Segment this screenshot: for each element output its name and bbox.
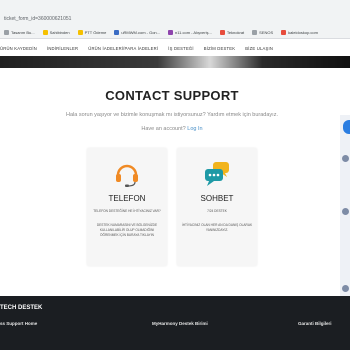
bookmark-icon [4,29,9,35]
bookmark-item[interactable]: SENOS [252,29,273,35]
nav-our-support[interactable]: BİZİM DESTEK [204,46,235,51]
login-link[interactable]: Log In [187,126,202,132]
bookmark-item[interactable]: n11.com - Alışveriş... [167,29,212,35]
hero-banner [0,56,350,68]
footer-link-myharmony[interactable]: MyHarmony Destek Birimi [152,321,208,326]
bookmark-item[interactable]: uRMWM.com - Gon... [114,29,160,35]
chat-card-hours: 7/24 DESTEK [207,209,227,213]
address-bar[interactable]: ticket_form_id=360000621051 [0,14,350,24]
side-panel-button[interactable] [343,120,350,134]
bookmark-item[interactable]: Teknokrat [219,29,244,35]
chat-card-description: İHTİYACINIZ OLAN HER AN DA DANIŞ OLARAK … [181,223,253,232]
bookmark-icon [114,29,120,35]
bookmark-item[interactable]: Sahibinden [42,29,70,35]
footer-link-warranty[interactable]: Garanti Bilgileri [298,321,332,326]
bookmark-icon [42,29,48,35]
bookmark-item[interactable]: kaleidoskop.com [281,29,318,35]
nav-downloads[interactable]: İNDİRİLENLER [47,46,78,51]
bookmark-icon [281,29,287,35]
chat-bubbles-icon [205,162,229,186]
page-title: CONTACT SUPPORT [105,88,239,103]
nav-contact-us[interactable]: BİZE ULAŞIN [245,46,273,51]
footer-brand: TECH DESTEK [0,305,43,311]
account-prompt-text: Have an account? [141,126,186,132]
side-panel-avatar-icon[interactable] [342,155,349,162]
bookmark-item[interactable]: PTT Ödeme [77,29,106,35]
side-panel-avatar-icon[interactable] [342,208,349,215]
bookmark-icon [252,29,258,35]
chat-card-title: SOHBET [200,194,234,203]
side-panel-avatar-icon[interactable] [342,285,349,292]
account-prompt: Have an account? Log In [0,126,344,132]
nav-register-product[interactable]: ÜRÜN KAYDEDİN [0,46,37,51]
footer-link-support-home[interactable]: ss Support Home [0,321,37,326]
nav-returns[interactable]: ÜRÜN İADELERİ/PARA İADELERİ [88,46,158,51]
bookmark-icon [219,29,225,35]
nav-business-support[interactable]: İŞ DESTEĞİ [168,46,194,51]
phone-support-card[interactable]: TELEFON TELEFON DESTEĞİNE HE İHTİYACINIZ… [87,148,167,266]
bookmarks-bar: Tasarım Bu... Sahibinden PTT Ödeme uRMWM… [0,26,350,38]
bookmark-icon [77,29,83,35]
site-nav: ÜRÜN KAYDEDİN İNDİRİLENLER ÜRÜN İADELERİ… [0,40,350,57]
phone-card-question: TELEFON DESTEĞİNE HE İHTİYACINIZ VAR? [93,209,161,213]
bookmark-icon [167,29,173,35]
bookmark-item[interactable]: Tasarım Bu... [4,29,35,35]
headset-icon [116,164,138,187]
phone-card-description: DESTEK NUMARASINI VE BÖLGENİZDE KULLANIL… [96,223,158,237]
page-subtitle: Hala sorun yaşıyor ve bizimle konuşmak m… [66,112,278,118]
chat-support-card[interactable]: SOHBET 7/24 DESTEK İHTİYACINIZ OLAN HER … [177,148,257,266]
phone-card-title: TELEFON [108,194,146,203]
